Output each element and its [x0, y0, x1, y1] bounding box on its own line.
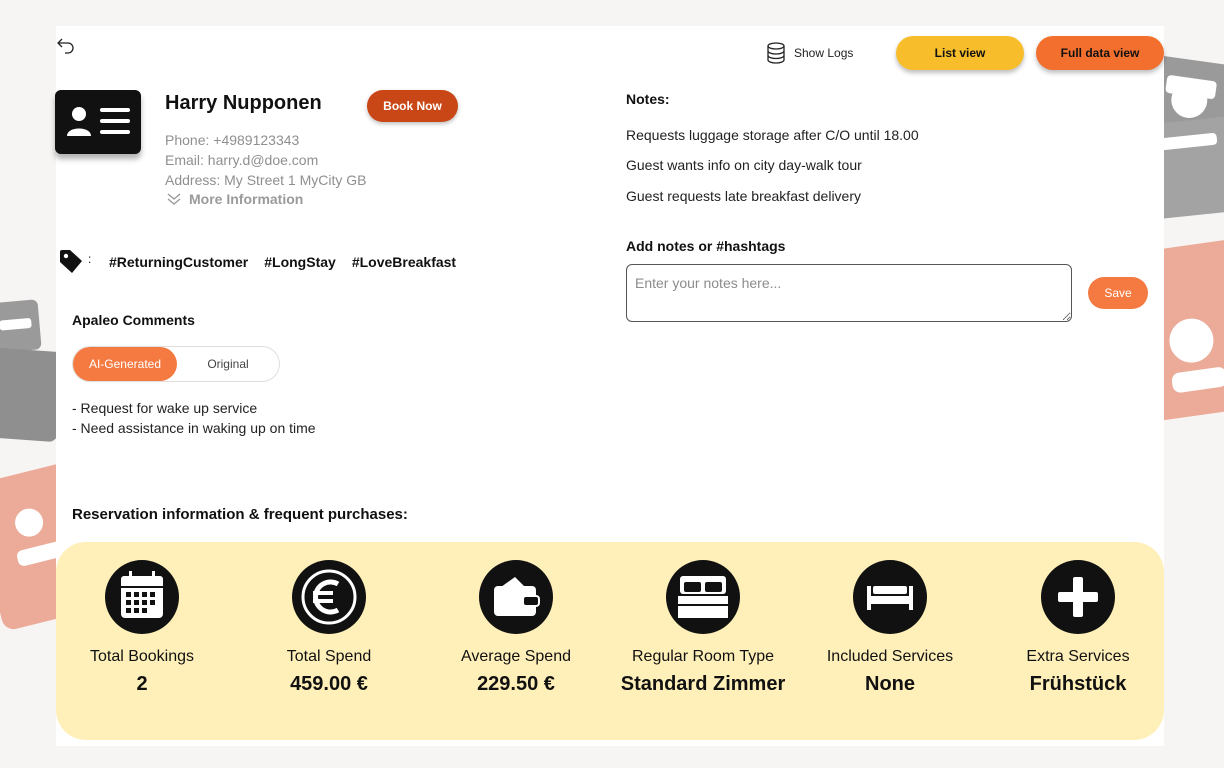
back-button[interactable]: [56, 36, 78, 54]
full-data-view-button[interactable]: Full data view: [1036, 36, 1164, 70]
guest-phone: Phone: +4989123343: [165, 132, 300, 148]
stat-label: Total Bookings: [89, 648, 195, 665]
comment-source-toggle: AI-Generated Original: [72, 346, 280, 382]
stat-included-services: Included Services None: [800, 560, 980, 698]
notes-input[interactable]: [626, 264, 1072, 322]
reservation-title: Reservation information & frequent purch…: [72, 506, 408, 523]
note-item: Guest requests late breakfast delivery: [626, 188, 862, 204]
note-item: Guest wants info on city day-walk tour: [626, 157, 862, 173]
stat-total-spend: Total Spend 459.00 €: [239, 560, 419, 698]
show-logs-button[interactable]: Show Logs: [766, 42, 853, 64]
note-item: Requests luggage storage after C/O until…: [626, 127, 919, 143]
hashtag-item[interactable]: #LoveBreakfast: [352, 254, 456, 270]
stat-value: 459.00 €: [290, 673, 368, 695]
book-now-button[interactable]: Book Now: [367, 90, 458, 122]
bed-front-icon: [853, 560, 927, 634]
plus-icon: [1041, 560, 1115, 634]
guest-address: Address: My Street 1 MyCity GB: [165, 172, 367, 188]
stat-label: Included Services: [826, 648, 954, 665]
list-view-button[interactable]: List view: [896, 36, 1024, 70]
stat-average-spend: Average Spend 229.50 €: [426, 560, 606, 698]
stat-label: Regular Room Type: [632, 648, 774, 665]
hashtag-item[interactable]: #ReturningCustomer: [109, 254, 248, 270]
hashtag-list: #ReturningCustomer #LongStay #LoveBreakf…: [109, 254, 456, 270]
stat-value: Frühstück: [1029, 673, 1127, 695]
comment-line: - Request for wake up service: [72, 400, 258, 416]
stat-value: 229.50 €: [477, 673, 555, 695]
stat-label: Average Spend: [460, 648, 571, 665]
tag-separator: :: [88, 252, 92, 266]
more-information-toggle[interactable]: More Information: [165, 191, 303, 207]
original-tab[interactable]: Original: [177, 347, 279, 381]
save-button[interactable]: Save: [1088, 277, 1148, 309]
stat-value: None: [865, 673, 915, 695]
id-card-icon: [55, 90, 141, 154]
ai-generated-tab[interactable]: AI-Generated: [73, 347, 177, 381]
show-logs-label: Show Logs: [794, 46, 854, 60]
bed-icon: [666, 560, 740, 634]
undo-arrow-icon: [57, 38, 74, 54]
stat-label: Total Spend: [286, 648, 372, 665]
guest-name: Harry Nupponen: [165, 92, 322, 114]
stat-regular-room-type: Regular Room Type Standard Zimmer: [613, 560, 793, 698]
more-information-label: More Information: [189, 191, 304, 207]
notes-title: Notes:: [626, 91, 670, 107]
database-icon: [767, 42, 785, 64]
stat-total-bookings: Total Bookings 2: [52, 560, 232, 698]
comment-line: - Need assistance in waking up on time: [72, 420, 316, 436]
guest-email: Email: harry.d@doe.com: [165, 152, 319, 168]
stat-value: 2: [136, 673, 148, 695]
calendar-icon: [105, 560, 179, 634]
euro-icon: [292, 560, 366, 634]
apaleo-comments-title: Apaleo Comments: [72, 312, 195, 328]
stat-label: Extra Services: [1026, 648, 1130, 665]
stat-value: Standard Zimmer: [620, 673, 786, 695]
hashtag-item[interactable]: #LongStay: [264, 254, 336, 270]
add-notes-title: Add notes or #hashtags: [626, 238, 786, 254]
double-chevron-down-icon: [167, 193, 181, 205]
wallet-icon: [479, 560, 553, 634]
stat-extra-services: Extra Services Frühstück: [988, 560, 1168, 698]
